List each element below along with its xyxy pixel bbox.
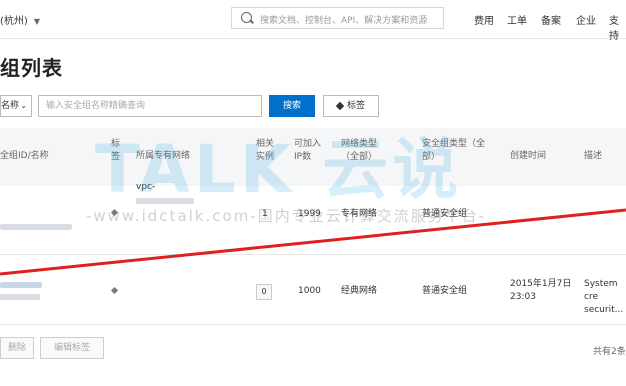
col-id: 全组ID/名称 (0, 151, 49, 161)
description: System cre securit... (584, 279, 624, 315)
capacity-value: 1000 (298, 286, 321, 296)
delete-button[interactable]: 删除 (0, 337, 34, 359)
watermark-logo: TALK 云说 (95, 131, 463, 208)
tag-filter-button[interactable]: 标签 (323, 95, 379, 117)
tag-icon (335, 101, 345, 110)
nav-icp[interactable]: 备案 (541, 12, 561, 27)
nav-billing[interactable]: 费用 (474, 12, 494, 27)
col-desc: 描述 (584, 151, 603, 161)
tag-icon[interactable] (110, 286, 119, 295)
sg-type: 普通安全组 (422, 286, 468, 296)
edit-tags-button[interactable]: 编辑标签 (40, 337, 104, 359)
redacted-name (0, 294, 40, 300)
watermark-site: -www.idctalk.com-国内专业云计算交流服务平台- (86, 207, 487, 225)
search-input[interactable]: 输入安全组名称精确查询 (38, 95, 262, 117)
global-search-placeholder: 搜索文档、控制台、API、解决方案和资源 (260, 16, 428, 26)
nav-enterprise[interactable]: 企业 (576, 12, 596, 27)
search-icon (241, 12, 252, 23)
nav-support[interactable]: 支持 (609, 12, 626, 42)
total-count: 共有2条 (593, 347, 626, 357)
top-bar: (杭州) ▼ 搜索文档、控制台、API、解决方案和资源 费用 工单 备案 企业 支… (0, 0, 626, 42)
chevron-down-icon: ▼ (33, 17, 40, 26)
created-time: 2015年1月7日 23:03 (510, 279, 572, 302)
search-button[interactable]: 搜索 (269, 95, 315, 117)
instances-count[interactable]: 0 (256, 284, 272, 300)
filter-select-value: 名称 (1, 101, 20, 111)
redacted-id (0, 282, 42, 288)
region-selector[interactable]: (杭州) ▼ (0, 12, 40, 27)
chevron-down-icon: ⌄ (20, 101, 27, 110)
nav-tickets[interactable]: 工单 (507, 12, 527, 27)
redacted-id (0, 224, 72, 230)
filter-select[interactable]: 名称 ⌄ (0, 95, 32, 117)
col-created: 创建时间 (510, 151, 547, 161)
network-type: 经典网络 (341, 286, 378, 296)
tag-filter-label: 标签 (346, 101, 365, 111)
global-search-input[interactable]: 搜索文档、控制台、API、解决方案和资源 (231, 7, 444, 29)
page-title: 组列表 (0, 56, 63, 80)
region-label: (杭州) (0, 16, 28, 27)
table-row: 0 1000 经典网络 普通安全组 2015年1月7日 23:03 System… (0, 254, 626, 325)
